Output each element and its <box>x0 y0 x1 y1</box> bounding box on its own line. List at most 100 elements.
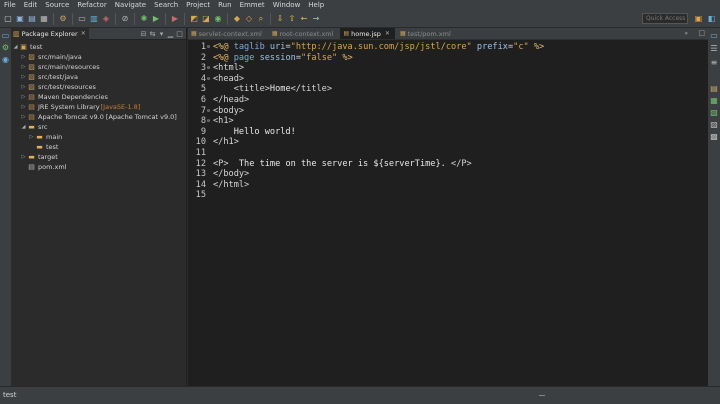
close-icon[interactable]: ✕ <box>385 30 390 37</box>
code-line[interactable]: 11 <box>188 148 708 159</box>
editor-tab[interactable]: ▦ root-context.xml <box>269 28 339 39</box>
external-tools-icon[interactable]: ▶ <box>170 14 180 24</box>
code-line[interactable]: 10 </h1> <box>188 137 708 148</box>
expand-arrow-icon[interactable]: ▷ <box>20 114 27 120</box>
maximize-icon[interactable]: □ <box>175 29 184 39</box>
new-class-icon[interactable]: ◉ <box>213 14 223 24</box>
prev-annotation-icon[interactable]: ⇩ <box>275 14 285 24</box>
expand-arrow-icon[interactable]: ▷ <box>28 134 35 140</box>
back-icon[interactable]: ← <box>299 14 309 24</box>
restore-icon[interactable]: ▭ <box>1 31 10 40</box>
editor-tab[interactable]: ▦ test/pom.xml <box>397 28 456 39</box>
expand-arrow-icon[interactable]: ▷ <box>20 104 27 110</box>
forward-icon[interactable]: → <box>311 14 321 24</box>
code-line[interactable]: 1 ⊖ <%@ taglib uri="http://java.sun.com/js… <box>188 42 708 53</box>
code-line[interactable]: 6 </head> <box>188 95 708 106</box>
editor-tab[interactable]: ▦ servlet-context.xml <box>188 28 267 39</box>
menu-emmet[interactable]: Emmet <box>236 0 269 10</box>
quick-access-input[interactable]: Quick Access <box>642 13 688 24</box>
menu-project[interactable]: Project <box>182 0 214 10</box>
outline-icon[interactable]: ≡ <box>709 58 719 68</box>
build-icon[interactable]: ⚙ <box>58 14 68 24</box>
menu-window[interactable]: Window <box>269 0 305 10</box>
expand-arrow-icon[interactable]: ▷ <box>20 74 27 80</box>
servers-icon[interactable]: ▦ <box>709 96 719 106</box>
menu-edit[interactable]: Edit <box>20 0 42 10</box>
console-icon[interactable]: ▩ <box>709 132 719 142</box>
print-icon[interactable]: ▦ <box>39 14 49 24</box>
code-line[interactable]: 15 <box>188 190 708 201</box>
data-source-icon[interactable]: ▧ <box>709 108 719 118</box>
tree-item[interactable]: ▷ ▬ target <box>11 152 186 162</box>
expand-arrow-icon[interactable]: ▷ <box>20 64 27 70</box>
tab-overflow-icon[interactable]: » <box>684 30 688 37</box>
tree-item[interactable]: ▷ ▨ src/test/resources <box>11 82 186 92</box>
menu-help[interactable]: Help <box>304 0 328 10</box>
expand-arrow-icon[interactable]: ▷ <box>20 84 27 90</box>
markers-icon[interactable]: ▤ <box>709 84 719 94</box>
tree-item[interactable]: ▷ ▨ src/main/resources <box>11 62 186 72</box>
tree-item[interactable]: ◢ ▬ src <box>11 122 186 132</box>
tree-item[interactable]: ▷ ▤ JRE System Library [JavaSE-1.8] <box>11 102 186 112</box>
view-menu-icon[interactable]: ▾ <box>157 29 166 39</box>
code-line[interactable]: 3 ⊖ <html> <box>188 63 708 74</box>
code-line[interactable]: 14 </html> <box>188 180 708 191</box>
coverage-icon[interactable]: ◈ <box>101 14 111 24</box>
menu-search[interactable]: Search <box>150 0 182 10</box>
expand-arrow-icon[interactable]: ▷ <box>20 154 27 160</box>
outline-icon[interactable]: ◉ <box>1 55 10 64</box>
tree-item[interactable]: ▤ pom.xml <box>11 162 186 172</box>
package-explorer-tab[interactable]: ▥ Package Explorer ✕ <box>11 27 89 40</box>
code-line[interactable]: 8 ⊖ <h1> <box>188 116 708 127</box>
task-list-icon[interactable]: ☰ <box>709 44 719 54</box>
snippets-icon[interactable]: ▨ <box>709 120 719 130</box>
menu-run[interactable]: Run <box>214 0 235 10</box>
tree-item[interactable]: ◢ ▣ test <box>11 42 186 52</box>
code-line[interactable]: 7 ⊖ <body> <box>188 106 708 117</box>
close-icon[interactable]: ✕ <box>81 30 86 37</box>
tree-item[interactable]: ▷ ▤ Maven Dependencies <box>11 92 186 102</box>
new-java-project-icon[interactable]: ◩ <box>189 14 199 24</box>
restore-icon[interactable]: ▭ <box>709 31 719 41</box>
menu-source[interactable]: Source <box>41 0 73 10</box>
new-package-icon[interactable]: ◪ <box>201 14 211 24</box>
code-line[interactable]: 12 <P> The time on the server is ${server… <box>188 159 708 170</box>
expand-arrow-icon[interactable]: ▷ <box>20 94 27 100</box>
server-icon[interactable]: ▥ <box>89 14 99 24</box>
open-task-icon[interactable]: ◇ <box>244 14 254 24</box>
collapse-arrow-icon[interactable]: ◢ <box>12 44 19 50</box>
editor-maximize-icon[interactable]: □ <box>698 29 705 37</box>
menu-refactor[interactable]: Refactor <box>73 0 110 10</box>
tree-item[interactable]: ▷ ▨ src/test/java <box>11 72 186 82</box>
new-icon[interactable]: ▢ <box>3 14 13 24</box>
open-type-icon[interactable]: ◆ <box>232 14 242 24</box>
code-line[interactable]: 9 Hello world! <box>188 127 708 138</box>
perspective-java-icon[interactable]: ◧ <box>706 13 717 24</box>
skip-breakpoints-icon[interactable]: ⊘ <box>120 14 130 24</box>
tree-item[interactable]: ▷ ▨ src/main/java <box>11 52 186 62</box>
minimize-icon[interactable]: ▁ <box>166 29 175 39</box>
menu-file[interactable]: File <box>0 0 20 10</box>
code-line[interactable]: 4 ⊖ <head> <box>188 74 708 85</box>
tree-item[interactable]: ▷ ▬ main <box>11 132 186 142</box>
tree-item[interactable]: ▬ test <box>11 142 186 152</box>
code-line[interactable]: 13 </body> <box>188 169 708 180</box>
code-line[interactable]: 5 <title>Home</title> <box>188 84 708 95</box>
save-all-icon[interactable]: ▤ <box>27 14 37 24</box>
next-annotation-icon[interactable]: ⇧ <box>287 14 297 24</box>
menu-navigate[interactable]: Navigate <box>111 0 150 10</box>
code-line[interactable]: 2 <%@ page session="false" %> <box>188 53 708 64</box>
run-icon[interactable]: ▶ <box>151 14 161 24</box>
perspective-javaee-icon[interactable]: ▣ <box>693 13 704 24</box>
collapse-arrow-icon[interactable]: ◢ <box>20 124 27 130</box>
expand-arrow-icon[interactable]: ▷ <box>20 54 27 60</box>
editor-tab[interactable]: ▤ home.jsp ✕ <box>340 28 395 39</box>
debug-icon[interactable]: ✱ <box>139 14 149 24</box>
link-with-editor-icon[interactable]: ⇆ <box>148 29 157 39</box>
code-editor[interactable]: 1 ⊖ <%@ taglib uri="http://java.sun.com/js… <box>188 40 708 201</box>
search-icon[interactable]: ⌕ <box>256 14 266 24</box>
servers-icon[interactable]: ⚙ <box>1 43 10 52</box>
collapse-all-icon[interactable]: ⊟ <box>139 29 148 39</box>
save-icon[interactable]: ▣ <box>15 14 25 24</box>
terminal-icon[interactable]: ▭ <box>77 14 87 24</box>
